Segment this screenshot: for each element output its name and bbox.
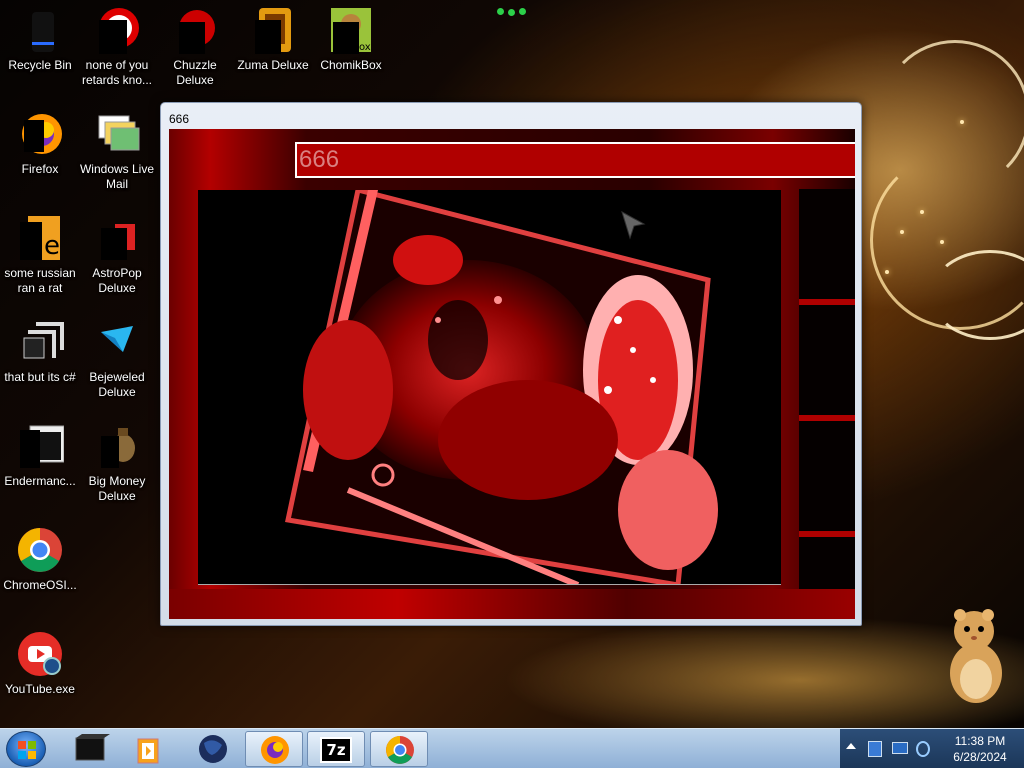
taskbar-chrome[interactable] (370, 731, 428, 767)
red-shortcut-icon (93, 6, 141, 54)
desktop-icon-youtube[interactable]: YouTube.exe (0, 630, 80, 697)
wallpaper-sparkle (885, 270, 889, 274)
desktop-icon-big-money[interactable]: Big Money Deluxe (77, 422, 157, 504)
windows-start-icon (18, 741, 36, 759)
desktop-icon-bejeweled[interactable]: Bejeweled Deluxe (77, 318, 157, 400)
taskbar-firefox[interactable] (245, 731, 303, 767)
taskbar-globe[interactable] (184, 731, 242, 767)
7zip-icon: 7z (320, 737, 352, 763)
desktop-icon-chuzzle[interactable]: Chuzzle Deluxe (155, 6, 235, 88)
tray-expand-icon[interactable] (846, 743, 856, 749)
clock-time[interactable]: 11:38 PM (944, 734, 1016, 748)
7zip-label: 7z (326, 741, 346, 759)
desktop-icon-chrome[interactable]: ChromeOSI... (0, 526, 80, 593)
shortcut-icon (16, 318, 64, 366)
wallpaper-sparkle (940, 240, 944, 244)
desktop-icon-recycle-bin[interactable]: Recycle Bin (0, 6, 80, 73)
clock-date[interactable]: 6/28/2024 (944, 750, 1016, 764)
window-title: 666 (169, 112, 190, 126)
desktop-icon-red-shortcut[interactable]: none of you retards kno... (77, 6, 157, 88)
taskbar-media-player[interactable] (120, 731, 178, 767)
bejeweled-icon (93, 318, 141, 366)
youtube-icon (16, 630, 64, 678)
chrome-icon (386, 736, 414, 764)
black-box-app-icon (75, 734, 110, 761)
desktop-icon-zuma[interactable]: Zuma Deluxe (233, 6, 313, 73)
firefox-icon (261, 736, 289, 764)
desktop-icon-label: that but its c# (4, 370, 76, 384)
globe-icon (199, 735, 227, 763)
desktop-icon-label: ChomikBox (320, 58, 382, 72)
desktop-icon-astropop[interactable]: AstroPop Deluxe (77, 214, 157, 296)
monitor-icon[interactable] (892, 742, 908, 754)
desktop-icon-label: Big Money Deluxe (88, 474, 146, 503)
desktop-icon-firefox[interactable]: Firefox (0, 110, 80, 177)
wallpaper-sparkle (920, 210, 924, 214)
title-text-field[interactable]: 666 (295, 142, 855, 178)
start-button[interactable] (6, 731, 46, 767)
network-icon[interactable] (868, 741, 882, 757)
desktop-icon-label: Zuma Deluxe (237, 58, 309, 72)
desktop-icon-label: some russian ran a rat (4, 266, 76, 295)
chomikbox-icon: ox (327, 6, 375, 54)
desktop-icon-windows-live-mail[interactable]: Windows Live Mail (77, 110, 157, 192)
chuzzle-icon (171, 6, 219, 54)
desktop-icon-app-window[interactable]: Endermanc... (0, 422, 80, 489)
desktop-icon-chomikbox[interactable]: ox ChomikBox (311, 6, 391, 73)
desktop-icon-label: Firefox (21, 162, 59, 176)
desktop-icon-label: Endermanc... (4, 474, 76, 488)
system-tray: 11:38 PM 6/28/2024 (840, 729, 1024, 768)
desktop-icon-label: Chuzzle Deluxe (173, 58, 217, 87)
side-panel (799, 189, 855, 619)
astropop-icon (93, 214, 141, 262)
recycle-bin-icon (16, 6, 64, 54)
desktop-icon-label: Bejeweled Deluxe (89, 370, 145, 399)
hamster-mascot (944, 605, 1008, 705)
firefox-icon (16, 110, 64, 158)
chrome-icon (16, 526, 64, 574)
zuma-icon (249, 6, 297, 54)
desktop-icon-label: none of you retards kno... (81, 58, 153, 87)
desktop-icon-label: Recycle Bin (8, 58, 72, 72)
windows-live-mail-icon (93, 110, 141, 158)
video-frame (198, 190, 781, 585)
volume-icon[interactable] (916, 741, 930, 757)
taskbar: 7z 11:38 PM 6/28/2024 (0, 728, 1024, 768)
desktop-icon-shortcut[interactable]: that but its c# (0, 318, 80, 385)
money-bag-icon (93, 422, 141, 470)
app-window: 666 666 (160, 102, 862, 626)
wallpaper-sparkle (900, 230, 904, 234)
exe-file-icon: e (16, 214, 64, 262)
desktop-icon-label: YouTube.exe (5, 682, 75, 696)
desktop-icon-label: Windows Live Mail (79, 162, 155, 191)
taskbar-7zip[interactable]: 7z (307, 731, 365, 767)
taskbar-black-box-app[interactable] (60, 731, 118, 767)
media-player-icon (137, 738, 159, 764)
desktop-icon-label: ChromeOSI... (3, 578, 77, 592)
svg-text:e: e (44, 231, 60, 261)
bottom-bar (169, 589, 855, 619)
window-body: 666 (169, 129, 855, 619)
mouse-cursor-icon (620, 210, 646, 240)
app-window-icon (16, 422, 65, 470)
wallpaper-sparkle (960, 120, 964, 124)
desktop-icon-exe-file[interactable]: e some russian ran a rat (0, 214, 80, 296)
desktop-icon-label: AstroPop Deluxe (92, 266, 142, 295)
svg-text:ox: ox (359, 42, 371, 53)
wallpaper-green-lights (497, 6, 527, 16)
